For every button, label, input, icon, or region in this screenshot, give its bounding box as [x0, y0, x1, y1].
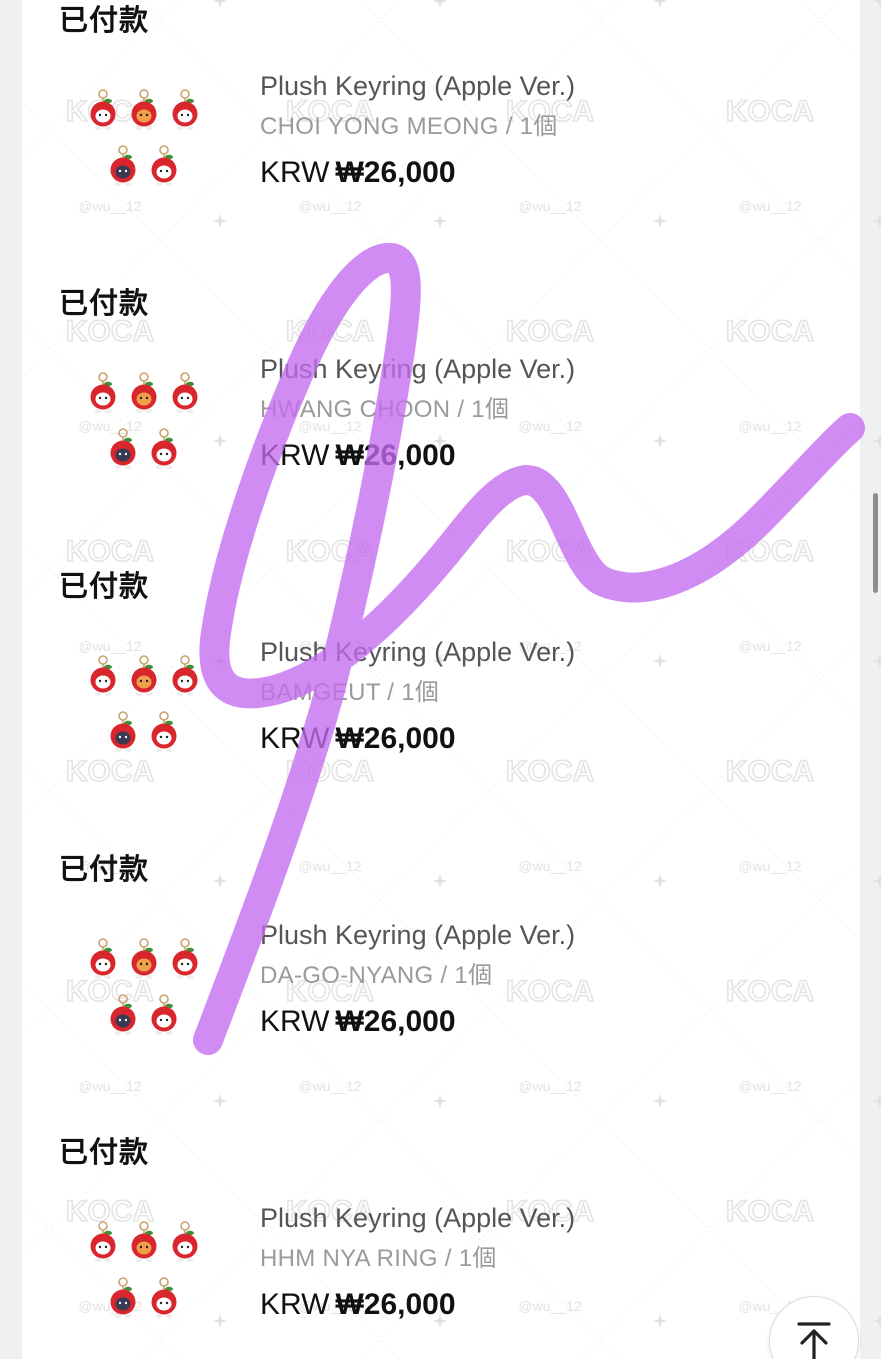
- order-item[interactable]: 已付款 Plush Keyring (Apple Ver.) HWANG CHO…: [0, 283, 881, 566]
- product-price: KRW ₩26,000: [260, 719, 456, 759]
- product-price: KRW ₩26,000: [260, 1002, 456, 1042]
- product-name[interactable]: Plush Keyring (Apple Ver.): [260, 634, 575, 670]
- price-amount: ₩26,000: [335, 156, 456, 189]
- product-option: CHOI YONG MEONG / 1個: [260, 113, 558, 140]
- product-price: KRW ₩26,000: [260, 1285, 456, 1325]
- product-option: HHM NYA RING / 1個: [260, 1245, 497, 1272]
- price-amount: ₩26,000: [335, 1288, 456, 1321]
- price-currency: KRW: [260, 722, 330, 755]
- product-thumbnail[interactable]: [78, 365, 208, 485]
- product-price: KRW ₩26,000: [260, 436, 456, 476]
- price-currency: KRW: [260, 1288, 330, 1321]
- order-status: 已付款: [59, 569, 150, 603]
- product-option: BAMGEUT / 1個: [260, 679, 440, 706]
- apple-plush-keyrings-image: [90, 655, 198, 753]
- price-currency: KRW: [260, 1005, 330, 1038]
- product-option: DA-GO-NYANG / 1個: [260, 962, 493, 989]
- price-currency: KRW: [260, 156, 330, 189]
- apple-plush-keyrings-image: [90, 938, 198, 1036]
- arrow-up-to-top-icon: [797, 1322, 831, 1359]
- order-status: 已付款: [59, 286, 150, 320]
- scrollbar[interactable]: [873, 493, 878, 593]
- order-item[interactable]: 已付款 Plush Keyring (Apple Ver.) DA-GO-NYA…: [0, 849, 881, 1132]
- order-status: 已付款: [59, 3, 150, 37]
- order-item[interactable]: 已付款 Plush Keyring (Apple Ver.) BAMGEUT /…: [0, 566, 881, 849]
- product-name[interactable]: Plush Keyring (Apple Ver.): [260, 1200, 575, 1236]
- product-price: KRW ₩26,000: [260, 153, 456, 193]
- price-amount: ₩26,000: [335, 439, 456, 472]
- order-item[interactable]: 已付款 Plush Keyring (Apple Ver.) HHM NYA R…: [0, 1132, 881, 1359]
- product-thumbnail[interactable]: [78, 82, 208, 202]
- apple-plush-keyrings-image: [90, 89, 198, 187]
- product-name[interactable]: Plush Keyring (Apple Ver.): [260, 917, 575, 953]
- price-amount: ₩26,000: [335, 722, 456, 755]
- product-thumbnail[interactable]: [78, 1214, 208, 1334]
- order-status: 已付款: [59, 1135, 150, 1169]
- price-amount: ₩26,000: [335, 1005, 456, 1038]
- apple-plush-keyrings-image: [90, 1221, 198, 1319]
- product-name[interactable]: Plush Keyring (Apple Ver.): [260, 351, 575, 387]
- price-currency: KRW: [260, 439, 330, 472]
- order-item[interactable]: 已付款 Plush Keyring (Apple Ver.) CHOI YONG…: [0, 0, 881, 283]
- apple-plush-keyrings-image: [90, 372, 198, 470]
- product-option: HWANG CHOON / 1個: [260, 396, 510, 423]
- order-status: 已付款: [59, 852, 150, 886]
- product-thumbnail[interactable]: [78, 931, 208, 1051]
- product-name[interactable]: Plush Keyring (Apple Ver.): [260, 68, 575, 104]
- order-history-screen: KOCA@wu__12KOCA@wu__12KOCA@wu__12KOCA@wu…: [0, 0, 881, 1359]
- product-thumbnail[interactable]: [78, 648, 208, 768]
